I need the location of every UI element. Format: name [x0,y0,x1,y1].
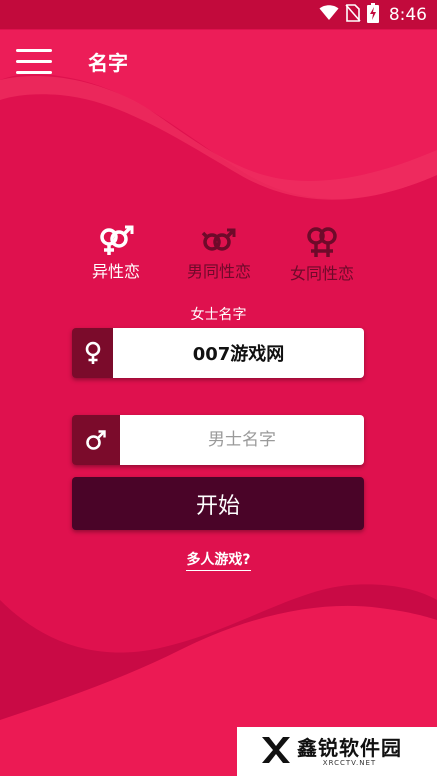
heterosexual-icon [61,225,171,257]
multiplayer-link-container: 多人游戏? [0,549,437,571]
app-bar: 名字 [0,29,437,93]
male-name-field [72,415,364,465]
battery-charging-icon [366,3,379,27]
wifi-icon [319,5,339,25]
status-bar: 8:46 [0,0,437,29]
start-button[interactable]: 开始 [72,477,364,530]
female-name-caption: 女士名字 [190,307,247,323]
female-name-field [72,328,364,378]
mode-lesbian[interactable]: 女同性恋 [267,225,377,284]
page-title: 名字 [88,51,128,75]
lesbian-icon [267,225,377,259]
female-icon [72,328,113,378]
male-name-input[interactable] [120,415,364,465]
watermark-title: 鑫锐软件园 [297,735,402,760]
female-name-input[interactable] [113,328,364,378]
hamburger-menu-icon[interactable] [16,49,52,77]
background-waves [0,0,437,776]
status-time: 8:46 [388,5,427,25]
mode-gay[interactable]: 男同性恋 [164,225,274,282]
relationship-mode-selector: 异性恋 男同性恋 女同性恋 [0,225,437,295]
male-icon [72,415,120,465]
watermark: 鑫锐软件园 XRCCTV.NET [237,727,437,776]
watermark-subtitle: XRCCTV.NET [322,758,377,767]
mode-label-lesbian: 女同性恋 [289,264,354,283]
gay-icon [164,225,274,257]
multiplayer-link[interactable]: 多人游戏? [186,552,251,571]
mode-heterosexual[interactable]: 异性恋 [61,225,171,282]
mode-label-gay: 男同性恋 [186,262,251,281]
watermark-logo-icon [259,733,293,771]
mode-label-heterosexual: 异性恋 [91,262,140,281]
no-sim-icon [345,4,361,26]
